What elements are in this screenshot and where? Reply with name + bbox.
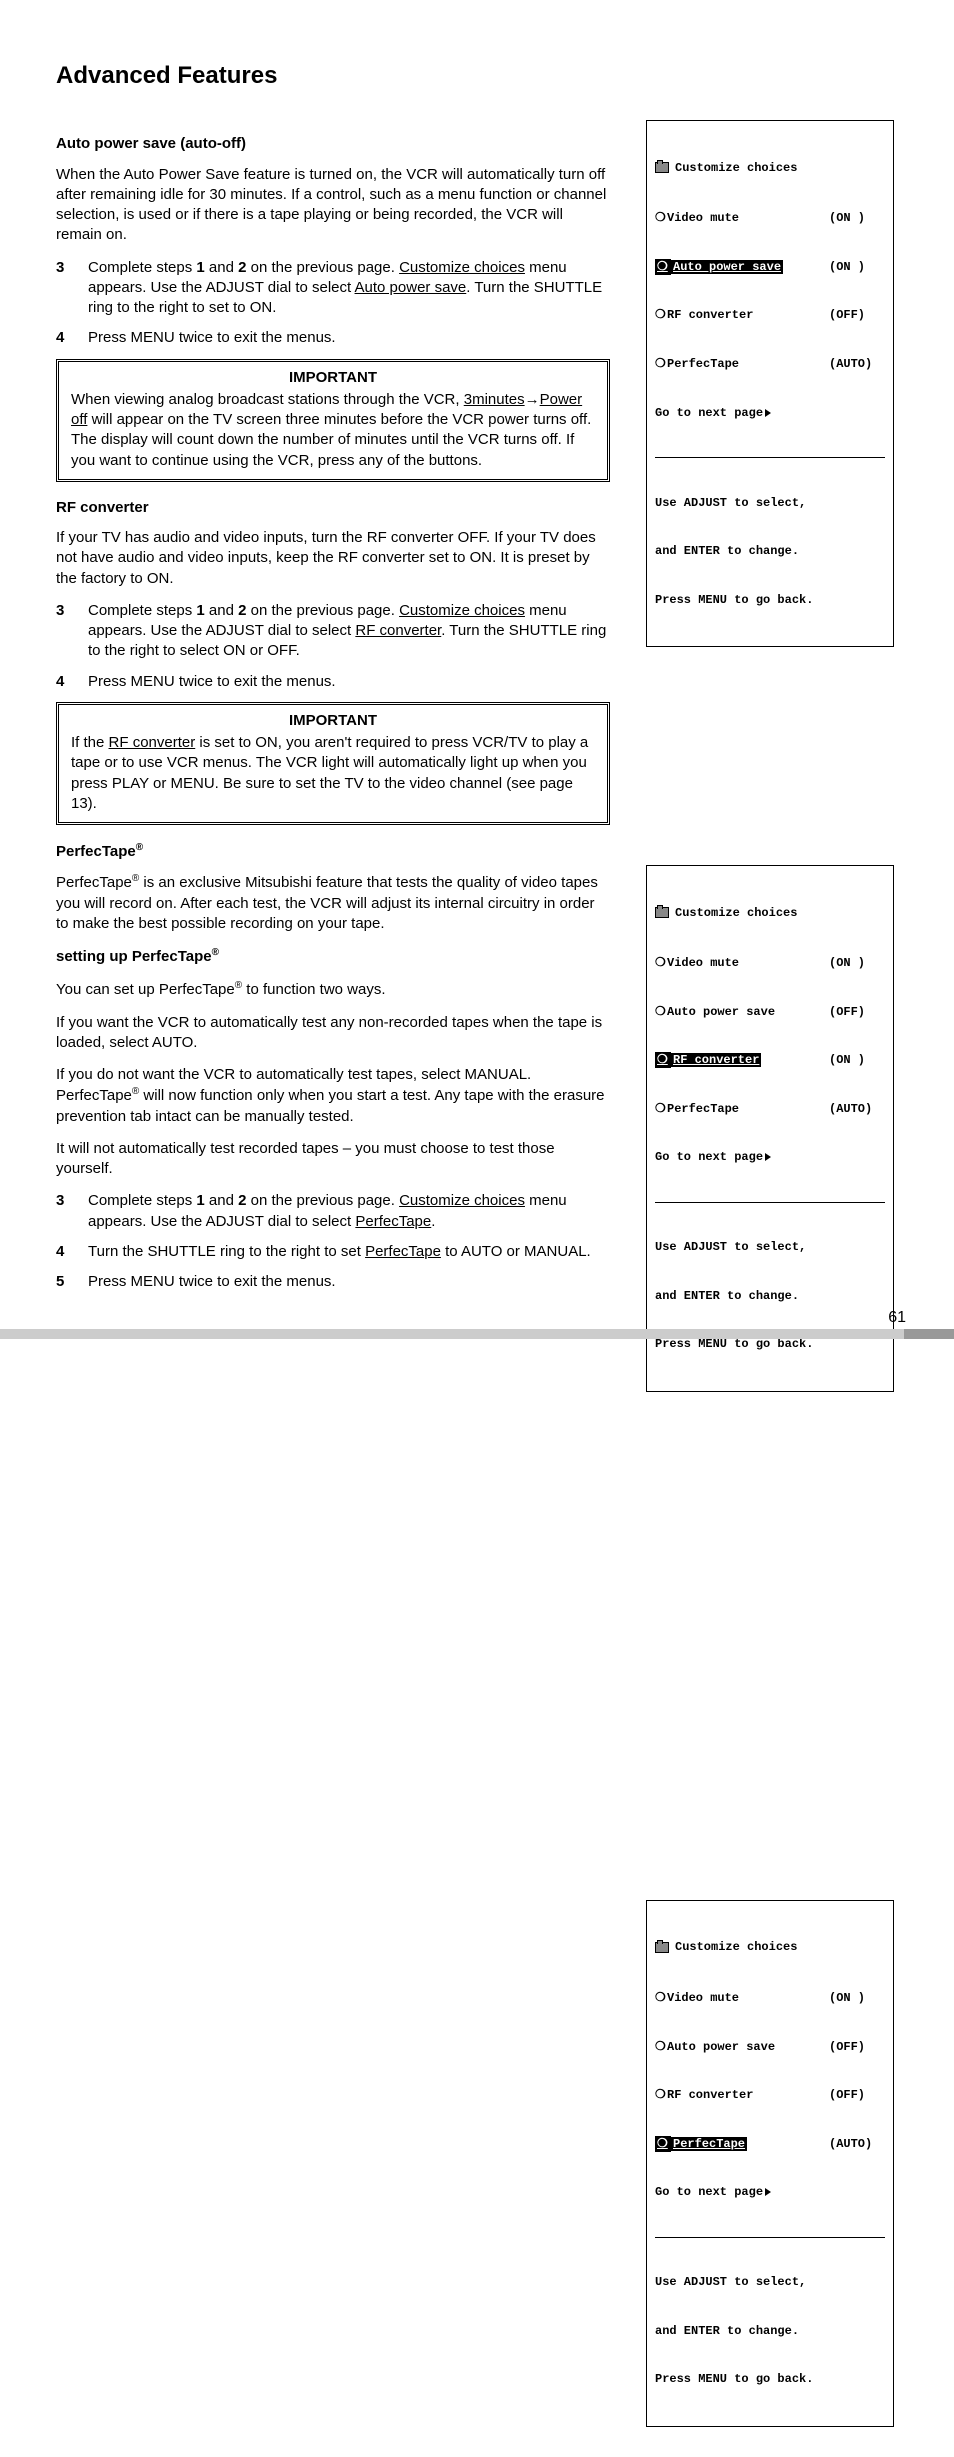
osd-help: Use ADJUST to select,	[655, 1239, 885, 1255]
heading-perfectape: PerfecTape®	[56, 841, 610, 862]
osd-panel-auto-power-save: Customize choices ❍Video mute(ON ) ❍Auto…	[646, 120, 894, 647]
heading-rf-converter: RF converter	[56, 498, 610, 518]
paragraph: PerfecTape® is an exclusive Mitsubishi f…	[56, 872, 610, 934]
step-4: 4 Press MENU twice to exit the menus.	[56, 328, 610, 348]
osd-row-auto-power-save: ❍Auto power save(OFF)	[655, 1004, 885, 1020]
folder-icon	[655, 907, 669, 918]
osd-row-rf-converter: ❍RF converter(OFF)	[655, 307, 885, 323]
osd-row-video-mute: ❍Video mute(ON )	[655, 1990, 885, 2006]
step-number: 5	[56, 1272, 70, 1292]
page: Advanced Features Auto power save (auto-…	[0, 0, 954, 1351]
osd-row-next-page: Go to next page	[655, 405, 885, 421]
triangle-right-icon	[765, 409, 771, 417]
osd-help: and ENTER to change.	[655, 1288, 885, 1304]
page-title: Advanced Features	[56, 60, 906, 92]
osd-title: Customize choices	[655, 160, 885, 176]
page-number: 61	[888, 1307, 906, 1329]
step-number: 4	[56, 1242, 70, 1262]
osd-row-auto-power-save: ❍Auto power save(OFF)	[655, 2039, 885, 2055]
important-box: IMPORTANT When viewing analog broadcast …	[56, 359, 610, 482]
triangle-right-icon	[765, 1153, 771, 1161]
important-text: If the RF converter is set to ON, you ar…	[71, 733, 595, 814]
folder-icon	[655, 162, 669, 173]
side-column: Customize choices ❍Video mute(ON ) ❍Auto…	[646, 120, 906, 2456]
body: Auto power save (auto-off) When the Auto…	[56, 120, 906, 2456]
osd-row-rf-converter: ❍RF converter(OFF)	[655, 2087, 885, 2103]
osd-row-perfectape: ❍PerfecTape(AUTO)	[655, 356, 885, 372]
important-title: IMPORTANT	[71, 711, 595, 731]
osd-help: Press MENU to go back.	[655, 2371, 885, 2387]
subheading: setting up PerfecTape®	[56, 946, 610, 967]
step-number: 3	[56, 258, 70, 319]
osd-help: Use ADJUST to select,	[655, 2274, 885, 2290]
osd-title: Customize choices	[655, 905, 885, 921]
osd-row-next-page: Go to next page	[655, 2184, 885, 2200]
heading-auto-power-save: Auto power save (auto-off)	[56, 134, 610, 154]
step-3: 3 Complete steps 1 and 2 on the previous…	[56, 258, 610, 319]
step-text: Press MENU twice to exit the menus.	[88, 1272, 610, 1292]
step-text: Complete steps 1 and 2 on the previous p…	[88, 1191, 610, 1232]
osd-panel-rf-converter: Customize choices ❍Video mute(ON ) ❍Auto…	[646, 865, 894, 1392]
step-4: 4 Turn the SHUTTLE ring to the right to …	[56, 1242, 610, 1262]
osd-help: and ENTER to change.	[655, 2323, 885, 2339]
step-3: 3 Complete steps 1 and 2 on the previous…	[56, 601, 610, 662]
paragraph: When the Auto Power Save feature is turn…	[56, 165, 610, 246]
step-text: Complete steps 1 and 2 on the previous p…	[88, 258, 610, 319]
osd-row-perfectape: ❍PerfecTape(AUTO)	[655, 1101, 885, 1117]
osd-row-video-mute: ❍Video mute(ON )	[655, 210, 885, 226]
osd-row-rf-converter: ❍RF converter(ON )	[655, 1052, 885, 1068]
triangle-right-icon	[765, 2188, 771, 2196]
osd-help: Use ADJUST to select,	[655, 495, 885, 511]
paragraph: If you want the VCR to automatically tes…	[56, 1013, 610, 1054]
step-text: Press MENU twice to exit the menus.	[88, 328, 610, 348]
osd-help: and ENTER to change.	[655, 543, 885, 559]
osd-row-video-mute: ❍Video mute(ON )	[655, 955, 885, 971]
footer-bar	[0, 1329, 954, 1339]
step-text: Turn the SHUTTLE ring to the right to se…	[88, 1242, 610, 1262]
important-text: When viewing analog broadcast stations t…	[71, 390, 595, 471]
step-number: 4	[56, 328, 70, 348]
step-text: Press MENU twice to exit the menus.	[88, 672, 610, 692]
step-number: 4	[56, 672, 70, 692]
osd-row-perfectape: ❍PerfecTape(AUTO)	[655, 2136, 885, 2152]
osd-row-auto-power-save: ❍Auto power save(ON )	[655, 259, 885, 275]
osd-title: Customize choices	[655, 1939, 885, 1955]
main-column: Auto power save (auto-off) When the Auto…	[56, 120, 610, 2456]
paragraph: If you do not want the VCR to automatica…	[56, 1065, 610, 1127]
paragraph: It will not automatically test recorded …	[56, 1139, 610, 1180]
osd-panel-perfectape: Customize choices ❍Video mute(ON ) ❍Auto…	[646, 1900, 894, 2427]
osd-help: Press MENU to go back.	[655, 592, 885, 608]
step-4: 4 Press MENU twice to exit the menus.	[56, 672, 610, 692]
osd-row-next-page: Go to next page	[655, 1149, 885, 1165]
paragraph: You can set up PerfecTape® to function t…	[56, 979, 610, 1000]
folder-icon	[655, 1942, 669, 1953]
important-box: IMPORTANT If the RF converter is set to …	[56, 702, 610, 825]
paragraph: If your TV has audio and video inputs, t…	[56, 528, 610, 589]
step-number: 3	[56, 601, 70, 662]
step-text: Complete steps 1 and 2 on the previous p…	[88, 601, 610, 662]
step-5: 5 Press MENU twice to exit the menus.	[56, 1272, 610, 1292]
important-title: IMPORTANT	[71, 368, 595, 388]
step-number: 3	[56, 1191, 70, 1232]
step-3: 3 Complete steps 1 and 2 on the previous…	[56, 1191, 610, 1232]
